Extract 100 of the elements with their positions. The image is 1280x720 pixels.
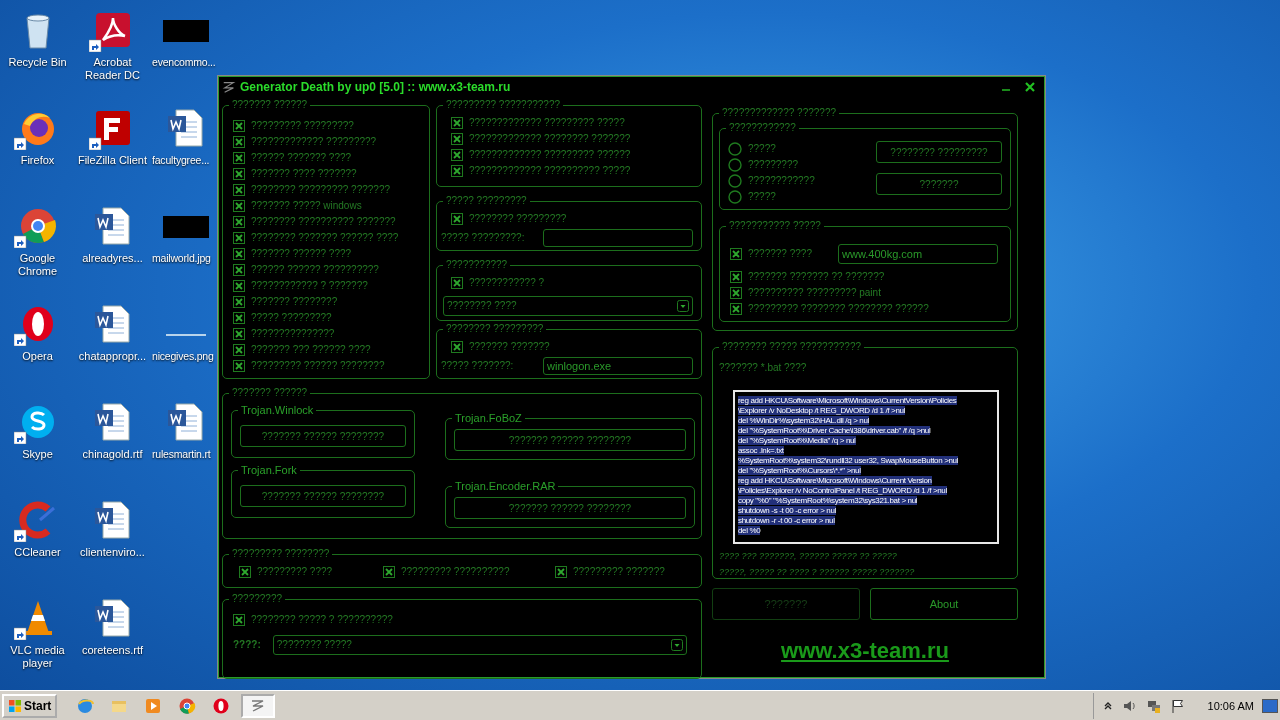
panel-title: Trojan.Fork [238,464,300,476]
checkbox-label: ????? ????????? [251,312,332,324]
generate-button[interactable]: ??????? ?????? ???????? [454,429,686,451]
checkbox[interactable] [451,117,463,129]
icon-label[interactable]: Acrobat Reader DC [76,56,149,82]
panel-title: ????????? ??????????? [443,99,563,111]
website-link[interactable]: www.x3-team.ru [781,638,949,664]
checkbox[interactable] [233,264,245,276]
close-icon[interactable] [1024,81,1036,93]
icon-label[interactable]: Google Chrome [1,252,74,278]
checkbox[interactable] [233,120,245,132]
checkbox[interactable] [233,344,245,356]
panel-title: Trojan.Encoder.RAR [452,480,559,492]
panel-title: ???????? ????????? [443,323,547,335]
panel-title: ??????????? ????? [726,220,824,232]
flag-icon[interactable] [1169,697,1186,714]
checkbox[interactable] [233,280,245,292]
checkbox[interactable] [555,566,567,578]
input-field[interactable] [543,229,693,247]
checkbox[interactable] [233,216,245,228]
icon-label[interactable]: nicegives.png [152,350,214,363]
input-field[interactable]: winlogon.exe [543,357,693,375]
icon-label[interactable]: CCleaner [1,546,74,559]
windows-logo-icon [8,698,22,713]
checkbox[interactable] [233,312,245,324]
radio-label: ???????????? [748,175,815,187]
checkbox[interactable] [730,287,742,299]
checkbox[interactable] [233,296,245,308]
checkbox[interactable] [233,614,245,626]
icon-label[interactable]: evencommo... [152,56,216,69]
radio-label: ????? [748,143,776,155]
panel-title: ??????????? [443,259,511,271]
checkbox-label: ????????? ???? [257,566,333,578]
icon-label[interactable]: Skype [1,448,74,461]
radio-button[interactable] [728,174,742,188]
dropdown[interactable]: ???????? ????? [272,635,687,655]
icon-label[interactable]: chinagold.rtf [76,448,149,461]
input-field[interactable]: www.400kg.com [838,244,998,264]
icon-label[interactable]: chatappropr... [76,350,149,363]
radio-label: ????????? [748,159,799,171]
icon-label[interactable]: coreteens.rtf [76,644,149,657]
checkbox-label: ??????? ??? ?????? ???? [251,344,371,356]
checkbox[interactable] [239,566,251,578]
action-button[interactable]: About [870,588,1018,620]
checkbox[interactable] [730,271,742,283]
checkbox-label: ???????? ????? ? ?????????? [251,614,393,626]
show-desktop-button[interactable] [1262,698,1278,713]
checkbox[interactable] [233,328,245,340]
icon-label[interactable]: facultygree... [152,154,210,167]
start-button[interactable]: Start [2,693,58,718]
checkbox[interactable] [233,168,245,180]
checkbox[interactable] [451,277,463,289]
icon-label[interactable]: FileZilla Client [76,154,149,167]
checkbox[interactable] [383,566,395,578]
checkbox[interactable] [233,200,245,212]
checkbox[interactable] [233,360,245,372]
icon-label[interactable]: Firefox [1,154,74,167]
checkbox[interactable] [451,213,463,225]
radio-label: ????? [748,191,776,203]
checkbox-label: ??????? ????? windows [251,200,362,212]
generate-button[interactable]: ??????? ?????? ???????? [454,497,686,519]
checkbox-label: ???????? ??????? ?????? ???? [251,232,399,244]
action-button[interactable]: ??????? [876,173,1002,195]
icon-label[interactable]: Recycle Bin [1,56,74,69]
panel-title: ????????????? ??????? [719,107,839,119]
checkbox-label: ??????? ?????? ???? [251,248,352,260]
checkbox[interactable] [451,165,463,177]
hint-text: ?????, ????? ?? ???? ? ?????? ????? ??????? [719,566,916,578]
generate-button[interactable]: ??????? ?????? ???????? [240,425,406,447]
icon-label[interactable]: Opera [1,350,74,363]
radio-button[interactable] [728,158,742,172]
checkbox[interactable] [233,184,245,196]
checkbox-label: ????????????? ????????? ?????? [469,149,631,161]
app-icon [222,80,236,94]
action-button[interactable]: ???????? ????????? [876,141,1002,163]
checkbox[interactable] [233,232,245,244]
panel-title: ????????? ???????? [229,548,333,560]
radio-button[interactable] [728,142,742,156]
checkbox-label: ????????? ??????? [573,566,665,578]
checkbox[interactable] [451,341,463,353]
radio-button[interactable] [728,190,742,204]
checkbox[interactable] [233,248,245,260]
checkbox[interactable] [730,248,742,260]
dropdown[interactable]: ???????? ???? [443,296,693,316]
taskbar-app-icon[interactable] [241,693,276,718]
icon-label[interactable]: VLC media player [1,644,74,670]
checkbox[interactable] [233,152,245,164]
checkbox-label: ???????? ????????? ??????? [251,184,391,196]
checkbox[interactable] [451,149,463,161]
checkbox-label: ?????????? ????????? paint [748,287,881,299]
icon-label[interactable]: clientenviro... [76,546,149,559]
clock[interactable]: 10:06 AM [1207,699,1254,712]
checkbox[interactable] [451,133,463,145]
icon-label[interactable]: alreadyres... [76,252,149,265]
checkbox-label: ???????????? ? ??????? [251,280,368,292]
generate-button[interactable]: ??????? ?????? ???????? [240,485,406,507]
icon-label[interactable]: mailworld.jpg [152,252,211,265]
icon-label[interactable]: rulesmartin.rt [152,448,211,461]
checkbox[interactable] [730,303,742,315]
checkbox[interactable] [233,136,245,148]
